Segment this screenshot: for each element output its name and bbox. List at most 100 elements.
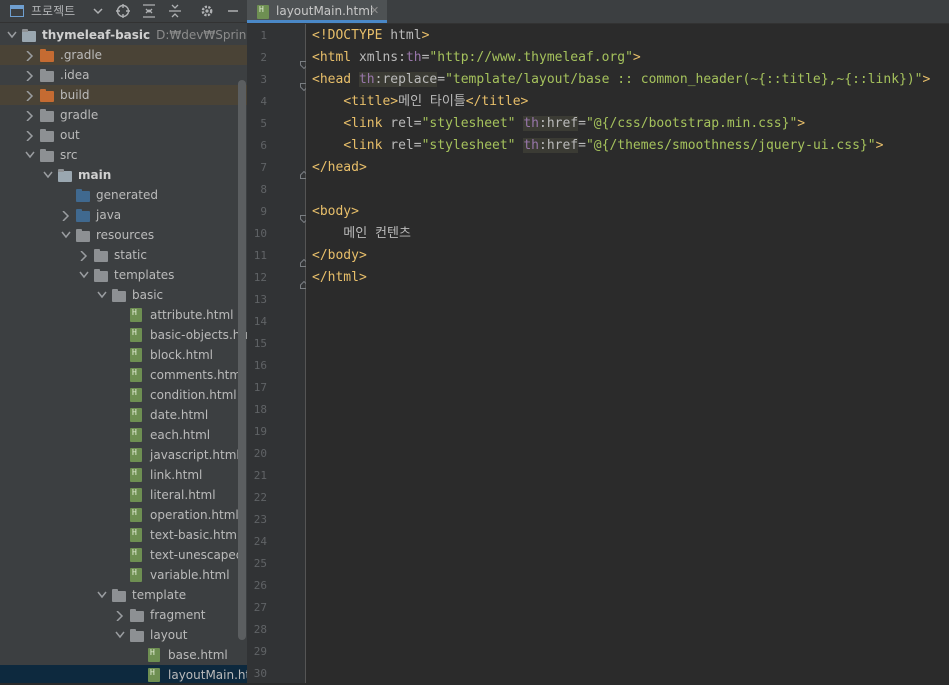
code-line: <link rel="stylesheet" th:href="@{/css/b…: [312, 113, 805, 135]
tree-item-templates[interactable]: templates: [0, 265, 247, 285]
chevron-right-icon[interactable]: [78, 245, 90, 265]
gear-icon[interactable]: [200, 0, 214, 22]
html-file-icon: [130, 508, 146, 522]
expand-all-icon[interactable]: [142, 0, 156, 22]
chevron-down-icon[interactable]: [60, 225, 72, 245]
line-number: 18: [253, 403, 267, 416]
tab-layoutmain[interactable]: layoutMain.html ✕: [247, 0, 387, 23]
tree-item-out[interactable]: out: [0, 125, 247, 145]
tree-item-base-html[interactable]: base.html: [0, 645, 247, 665]
tree-item-label: fragment: [150, 605, 206, 625]
tree-item-javascript-html[interactable]: javascript.html: [0, 445, 247, 465]
tree-item-src[interactable]: src: [0, 145, 247, 165]
tree-item-text: static: [114, 248, 147, 262]
tree-item-link-html[interactable]: link.html: [0, 465, 247, 485]
chevron-down-icon[interactable]: [24, 145, 36, 165]
tree-item-generated[interactable]: generated: [0, 185, 247, 205]
code-token: <html: [312, 50, 359, 65]
code-token: "@{/css/bootstrap.min.css}": [585, 116, 798, 131]
project-view-icon[interactable]: [10, 0, 24, 22]
chevron-down-icon[interactable]: [96, 585, 108, 605]
tree-item-text-unescaped-ht[interactable]: text-unescaped.ht: [0, 545, 247, 565]
line-number: 14: [253, 315, 267, 328]
collapse-all-icon[interactable]: [168, 0, 182, 22]
line-number: 21: [253, 469, 267, 482]
tree-item-each-html[interactable]: each.html: [0, 425, 247, 445]
code-token: <head: [312, 72, 359, 87]
line-number: 10: [253, 227, 267, 240]
code-token: =: [413, 138, 422, 153]
code-token: </body>: [312, 248, 367, 263]
tree-item-label: static: [114, 245, 147, 265]
chevron-down-icon[interactable]: [42, 165, 54, 185]
chevron-down-icon[interactable]: [78, 265, 90, 285]
tree-item-idea[interactable]: .idea: [0, 65, 247, 85]
tree-item-build[interactable]: build: [0, 85, 247, 105]
module-folder-icon: [22, 28, 38, 42]
chevron-right-icon[interactable]: [114, 605, 126, 625]
tree-item-text: block.html: [150, 348, 213, 362]
html-file-icon: [130, 428, 146, 442]
tree-item-text: text-unescaped.ht: [150, 548, 247, 562]
tree-item-gradle[interactable]: gradle: [0, 105, 247, 125]
chevron-down-icon[interactable]: [93, 0, 103, 22]
minimize-icon[interactable]: [227, 0, 239, 22]
tree-item-text: fragment: [150, 608, 206, 622]
chevron-right-icon[interactable]: [60, 205, 72, 225]
tree-item-operation-html[interactable]: operation.html: [0, 505, 247, 525]
tab-label: layoutMain.html: [276, 4, 374, 18]
code-token: rel: [390, 138, 414, 153]
chevron-down-icon[interactable]: [6, 25, 18, 45]
line-number: 12: [253, 271, 267, 284]
chevron-right-icon[interactable]: [24, 85, 36, 105]
chevron-down-icon[interactable]: [96, 285, 108, 305]
tree-item-text: resources: [96, 228, 155, 242]
chevron-down-icon[interactable]: [114, 625, 126, 645]
html-file-icon: [130, 448, 146, 462]
chevron-right-icon[interactable]: [24, 45, 36, 65]
locate-icon[interactable]: [116, 0, 130, 22]
tree-item-text: attribute.html: [150, 308, 234, 322]
line-number: 24: [253, 535, 267, 548]
excluded-folder-icon: [40, 48, 56, 62]
tree-item-gradle[interactable]: .gradle: [0, 45, 247, 65]
tree-item-comments-html[interactable]: comments.html: [0, 365, 247, 385]
tree-item-text-basic-html[interactable]: text-basic.html: [0, 525, 247, 545]
tree-item-basic-objects-html[interactable]: basic-objects.html: [0, 325, 247, 345]
tree-item-layout[interactable]: layout: [0, 625, 247, 645]
tree-item-layoutmain-htm[interactable]: layoutMain.htm: [0, 665, 247, 683]
chevron-right-icon[interactable]: [24, 105, 36, 125]
code-token: :href: [539, 138, 579, 153]
tree-item-attribute-html[interactable]: attribute.html: [0, 305, 247, 325]
tree-item-fragment[interactable]: fragment: [0, 605, 247, 625]
tree-item-block-html[interactable]: block.html: [0, 345, 247, 365]
tree-item-date-html[interactable]: date.html: [0, 405, 247, 425]
code-editor[interactable]: <!DOCTYPE html> <html xmlns:th="http://ww…: [306, 24, 949, 683]
line-number: 27: [253, 601, 267, 614]
tree-item-variable-html[interactable]: variable.html: [0, 565, 247, 585]
project-scrollbar[interactable]: [238, 80, 246, 640]
tree-item-text: java: [96, 208, 122, 222]
code-token: "template/layout/base :: common_header(~…: [445, 72, 923, 87]
html-file-icon: [130, 388, 146, 402]
tree-item-basic[interactable]: basic: [0, 285, 247, 305]
tree-item-java[interactable]: java: [0, 205, 247, 225]
tree-item-literal-html[interactable]: literal.html: [0, 485, 247, 505]
project-panel-title[interactable]: 프로젝트: [31, 0, 75, 22]
tree-item-text: layoutMain.htm: [168, 668, 247, 682]
tree-item-thymeleaf-basic[interactable]: thymeleaf-basic D:₩dev₩Spring₩4₩: [0, 25, 247, 45]
tree-item-resources[interactable]: resources: [0, 225, 247, 245]
html-file-icon: [130, 568, 146, 582]
chevron-right-icon[interactable]: [24, 125, 36, 145]
chevron-right-icon[interactable]: [24, 65, 36, 85]
tree-item-static[interactable]: static: [0, 245, 247, 265]
tree-item-label: each.html: [150, 425, 210, 445]
code-token: </html>: [312, 270, 367, 285]
html-file-icon: [130, 488, 146, 502]
tree-item-condition-html[interactable]: condition.html: [0, 385, 247, 405]
tree-item-main[interactable]: main: [0, 165, 247, 185]
close-icon[interactable]: ✕: [370, 0, 379, 22]
tree-item-template[interactable]: template: [0, 585, 247, 605]
folder-icon: [130, 608, 146, 622]
